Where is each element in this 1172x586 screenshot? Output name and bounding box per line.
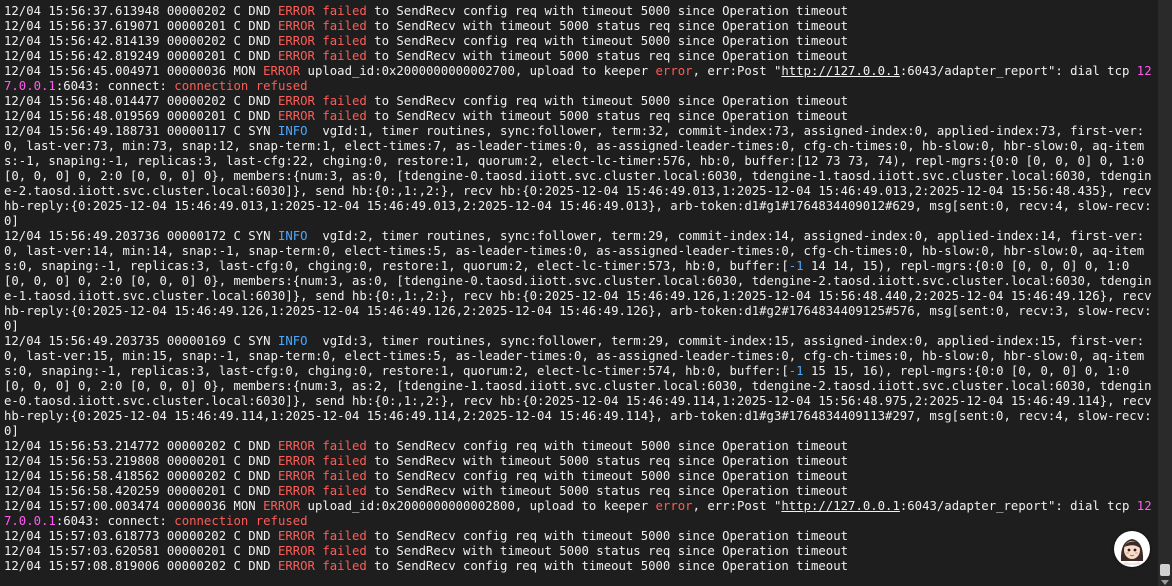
log-line: 12/04 15:56:53.219808 00000201 C DND ERR… — [4, 454, 1156, 469]
log-text: 12/04 15:56:48.014477 00000202 C DND — [4, 94, 278, 108]
log-text: 12/04 15:57:08.819006 00000202 C DND — [4, 559, 278, 573]
log-line: 12/04 15:56:42.814139 00000202 C DND ERR… — [4, 34, 1156, 49]
log-text: 12/04 15:56:37.619071 00000201 C DND — [4, 19, 278, 33]
log-token-err: connection refused — [174, 79, 308, 93]
log-token-err: error — [655, 64, 693, 78]
log-text: to SendRecv config req with timeout 5000… — [366, 4, 848, 18]
log-line: 12/04 15:57:08.819006 00000202 C DND ERR… — [4, 559, 1156, 574]
log-token-err: ERROR failed — [277, 544, 367, 558]
log-token-err: ERROR failed — [277, 4, 367, 18]
log-link[interactable]: http://127.0.0.1 — [781, 64, 899, 78]
log-text: 12/04 15:56:53.219808 00000201 C DND — [4, 454, 278, 468]
log-text: :6043: connect: — [55, 79, 175, 93]
log-text: upload_id:0x2000000000002800, upload to … — [300, 499, 656, 513]
log-token-info: INFO — [277, 124, 308, 138]
log-token-err: ERROR failed — [277, 529, 367, 543]
log-text: 12/04 15:56:58.420259 00000201 C DND — [4, 484, 278, 498]
log-token-info: INFO — [277, 334, 308, 348]
log-token-err: connection refused — [174, 514, 308, 528]
scroll-thumb[interactable] — [1160, 564, 1170, 576]
scroll-down-arrow-icon[interactable] — [1161, 580, 1169, 585]
log-token-err: ERROR — [263, 64, 301, 78]
log-text: 12/04 15:56:49.188731 00000117 C SYN — [4, 124, 278, 138]
log-line: 12/04 15:57:03.618773 00000202 C DND ERR… — [4, 529, 1156, 544]
log-text: 12/04 15:56:37.613948 00000202 C DND — [4, 4, 278, 18]
log-text: to SendRecv with timeout 5000 status req… — [366, 49, 848, 63]
girl-avatar-icon[interactable] — [1114, 531, 1150, 567]
log-line: 12/04 15:57:00.003474 00000036 MON ERROR… — [4, 499, 1156, 529]
log-text: 12/04 15:56:42.819249 00000201 C DND — [4, 49, 278, 63]
log-text: to SendRecv with timeout 5000 status req… — [366, 484, 848, 498]
log-line: 12/04 15:56:48.019569 00000201 C DND ERR… — [4, 109, 1156, 124]
log-token-err: ERROR failed — [277, 19, 367, 33]
log-link[interactable]: http://127.0.0.1 — [781, 499, 899, 513]
log-token-info: -1 — [788, 259, 804, 273]
log-text: 12/04 15:57:03.618773 00000202 C DND — [4, 529, 278, 543]
log-token-err: ERROR failed — [277, 109, 367, 123]
log-text: , err:Post " — [692, 64, 782, 78]
log-text: to SendRecv config req with timeout 5000… — [366, 559, 848, 573]
log-line: 12/04 15:56:53.214772 00000202 C DND ERR… — [4, 439, 1156, 454]
log-token-err: ERROR failed — [277, 559, 367, 573]
log-token-err: ERROR failed — [277, 49, 367, 63]
log-line: 12/04 15:56:49.203735 00000169 C SYN INF… — [4, 334, 1156, 439]
log-text: to SendRecv with timeout 5000 status req… — [366, 454, 848, 468]
log-text: :6043/adapter_report": dial tcp — [899, 499, 1137, 513]
vertical-scrollbar[interactable] — [1158, 0, 1172, 586]
log-text: 12/04 15:56:58.418562 00000202 C DND — [4, 469, 278, 483]
log-text: to SendRecv with timeout 5000 status req… — [366, 19, 848, 33]
log-text: 12/04 15:57:00.003474 00000036 MON — [4, 499, 264, 513]
log-token-err: error — [655, 499, 693, 513]
log-token-err: ERROR — [263, 499, 301, 513]
log-token-err: ERROR failed — [277, 34, 367, 48]
log-token-err: ERROR failed — [277, 94, 367, 108]
log-line: 12/04 15:57:03.620581 00000201 C DND ERR… — [4, 544, 1156, 559]
log-text: upload_id:0x2000000000002700, upload to … — [300, 64, 656, 78]
log-text: to SendRecv config req with timeout 5000… — [366, 94, 848, 108]
log-text: :6043/adapter_report": dial tcp — [899, 64, 1137, 78]
log-line: 12/04 15:56:37.613948 00000202 C DND ERR… — [4, 4, 1156, 19]
log-text: to SendRecv config req with timeout 5000… — [366, 34, 848, 48]
log-text: to SendRecv config req with timeout 5000… — [366, 529, 848, 543]
log-text: , err:Post " — [692, 499, 782, 513]
log-text: 12/04 15:57:03.620581 00000201 C DND — [4, 544, 278, 558]
log-text: 12/04 15:56:42.814139 00000202 C DND — [4, 34, 278, 48]
log-line: 12/04 15:56:58.418562 00000202 C DND ERR… — [4, 469, 1156, 484]
log-line: 12/04 15:56:45.004971 00000036 MON ERROR… — [4, 64, 1156, 94]
log-text: 12/04 15:56:53.214772 00000202 C DND — [4, 439, 278, 453]
log-token-info: INFO — [277, 229, 308, 243]
log-line: 12/04 15:56:48.014477 00000202 C DND ERR… — [4, 94, 1156, 109]
log-text: 12/04 15:56:49.203736 00000172 C SYN — [4, 229, 278, 243]
terminal-output[interactable]: 12/04 15:56:37.613948 00000202 C DND ERR… — [0, 0, 1156, 586]
log-line: 12/04 15:56:42.819249 00000201 C DND ERR… — [4, 49, 1156, 64]
log-token-err: ERROR failed — [277, 454, 367, 468]
log-text: to SendRecv with timeout 5000 status req… — [366, 544, 848, 558]
log-text: 12/04 15:56:45.004971 00000036 MON — [4, 64, 264, 78]
log-text: :6043: connect: — [55, 514, 175, 528]
log-text: 12/04 15:56:48.019569 00000201 C DND — [4, 109, 278, 123]
log-token-err: ERROR failed — [277, 484, 367, 498]
log-line: 12/04 15:56:58.420259 00000201 C DND ERR… — [4, 484, 1156, 499]
log-token-err: ERROR failed — [277, 469, 367, 483]
log-text: to SendRecv with timeout 5000 status req… — [366, 109, 848, 123]
log-line: 12/04 15:56:49.188731 00000117 C SYN INF… — [4, 124, 1156, 229]
log-line: 12/04 15:56:37.619071 00000201 C DND ERR… — [4, 19, 1156, 34]
log-line: 12/04 15:56:49.203736 00000172 C SYN INF… — [4, 229, 1156, 334]
log-text: to SendRecv config req with timeout 5000… — [366, 469, 848, 483]
log-text: vgId:1, timer routines, sync:follower, t… — [4, 124, 1152, 228]
log-token-err: ERROR failed — [277, 439, 367, 453]
log-text: to SendRecv config req with timeout 5000… — [366, 439, 848, 453]
log-token-info: -1 — [788, 364, 804, 378]
log-text: 12/04 15:56:49.203735 00000169 C SYN — [4, 334, 278, 348]
